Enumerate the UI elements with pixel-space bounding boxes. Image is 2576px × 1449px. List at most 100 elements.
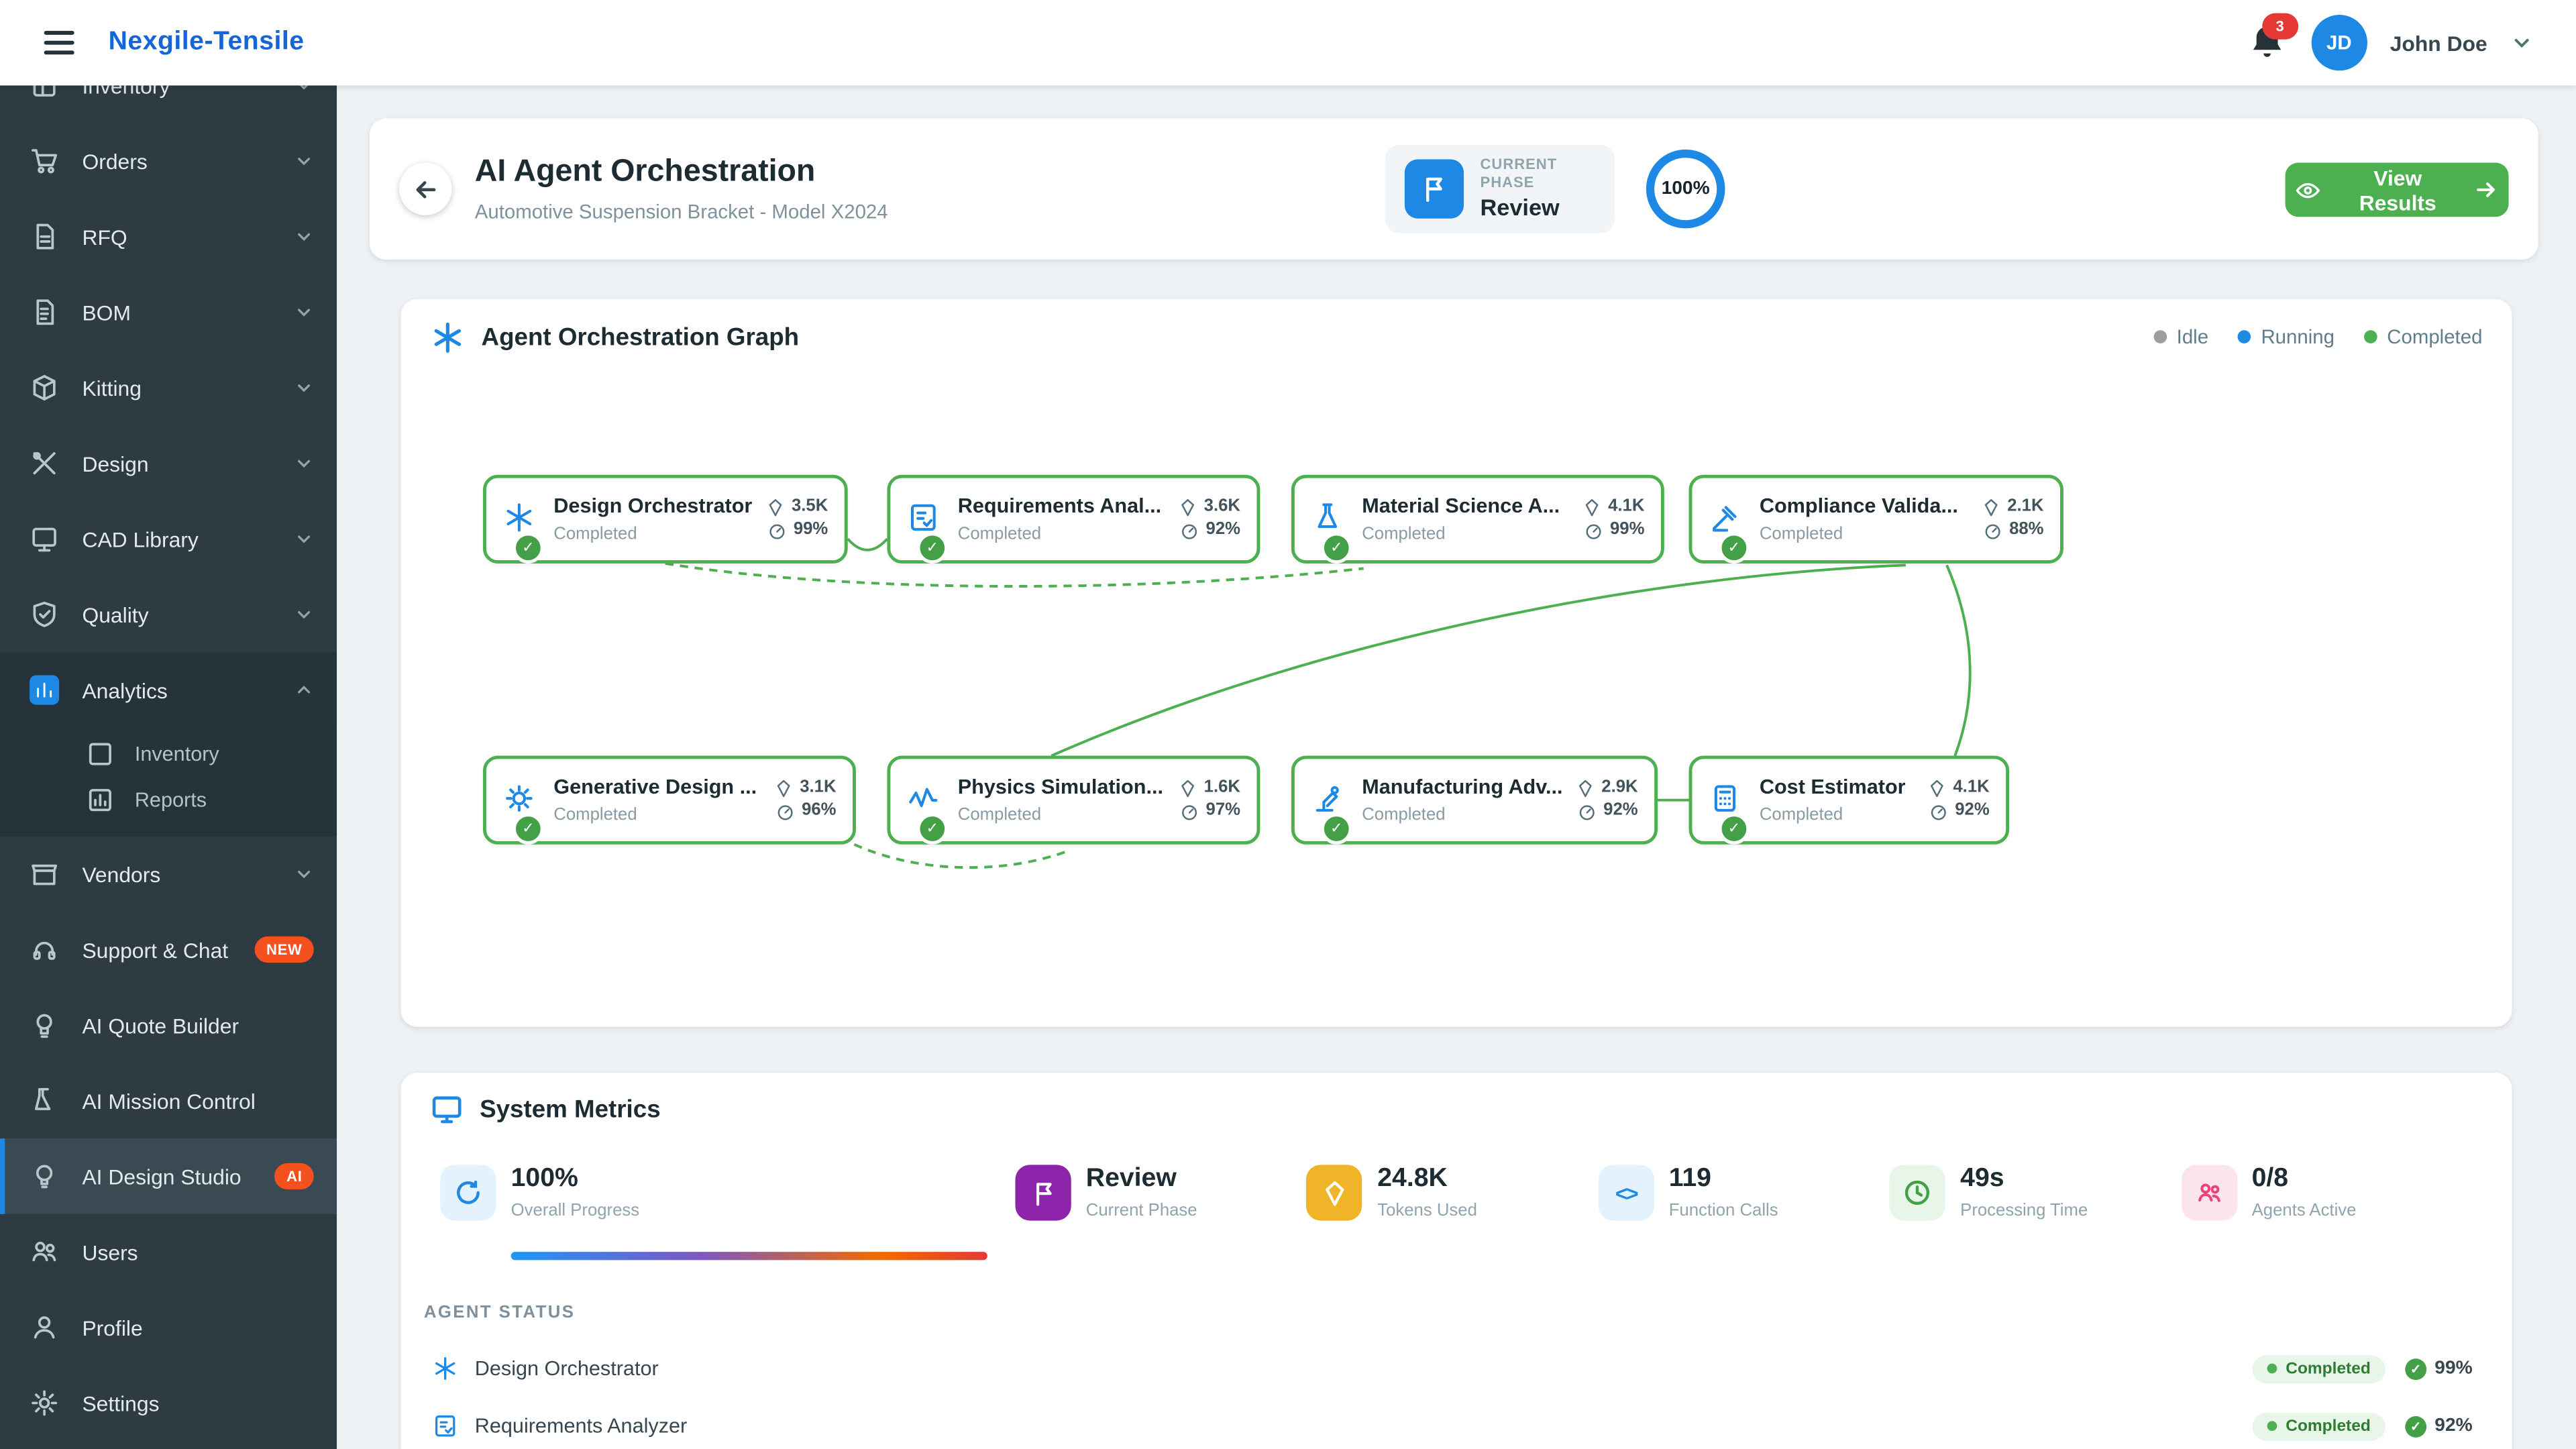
mission-control-icon xyxy=(30,1086,59,1116)
sidebar-item-ai-design-studio[interactable]: AI Design Studio AI xyxy=(0,1138,337,1214)
orchestrator-icon: ✓ xyxy=(502,501,539,537)
notification-badge: 3 xyxy=(2262,13,2298,40)
overall-progress-bar xyxy=(511,1252,987,1260)
graph-title: Agent Orchestration Graph xyxy=(482,323,800,351)
monitor-icon xyxy=(431,1093,464,1126)
graph-edges xyxy=(401,374,2512,1026)
check-icon: ✓ xyxy=(2405,1358,2426,1379)
gauge-icon xyxy=(1584,521,1603,540)
agent-node-design-orchestrator[interactable]: ✓ Design OrchestratorCompleted 3.5K 99% xyxy=(483,475,848,564)
metric-overall-progress: 100%Overall Progress xyxy=(440,1165,1015,1260)
sidebar-item-ai-quote-builder[interactable]: AI Quote Builder xyxy=(0,987,337,1063)
person-icon xyxy=(30,1313,59,1342)
flask-icon: ✓ xyxy=(1311,501,1347,537)
legend-running: Running xyxy=(2238,325,2334,348)
legend-completed: Completed xyxy=(2364,325,2482,348)
check-icon: ✓ xyxy=(1719,813,1750,845)
sidebar-item-inventory[interactable]: Inventory xyxy=(0,85,337,123)
agent-node-cost-estimator[interactable]: ✓ Cost EstimatorCompleted 4.1K 92% xyxy=(1689,756,2010,845)
token-icon xyxy=(765,498,785,517)
agent-node-compliance-validator[interactable]: ✓ Compliance Valida...Completed 2.1K 88% xyxy=(1689,475,2063,564)
page-subtitle: Automotive Suspension Bracket - Model X2… xyxy=(475,201,888,223)
page-title: AI Agent Orchestration xyxy=(475,154,816,191)
eye-icon xyxy=(2295,176,2320,203)
tools-icon xyxy=(30,449,59,478)
agent-status-row[interactable]: Requirements Analyzer Completed ✓92% xyxy=(424,1401,2473,1449)
agent-node-requirements-analyzer[interactable]: ✓ Requirements Anal...Completed 3.6K 92% xyxy=(887,475,1260,564)
sidebar-item-cad-library[interactable]: CAD Library xyxy=(0,501,337,577)
headset-icon xyxy=(30,934,59,964)
completed-dot xyxy=(2364,330,2377,343)
sidebar-item-users[interactable]: Users xyxy=(0,1214,337,1290)
agent-status-row[interactable]: Design Orchestrator Completed ✓99% xyxy=(424,1344,2473,1393)
score: ✓99% xyxy=(2405,1358,2472,1379)
arrow-left-icon xyxy=(411,175,439,203)
analytics-icon xyxy=(30,676,59,705)
gauge-icon xyxy=(1577,802,1597,821)
cart-icon xyxy=(30,146,59,176)
orchestration-icon xyxy=(431,319,465,354)
back-button[interactable] xyxy=(399,162,451,215)
sidebar-item-quality[interactable]: Quality xyxy=(0,577,337,653)
file-list-icon xyxy=(30,297,59,327)
inventory-report-icon xyxy=(85,739,115,769)
token-icon xyxy=(1582,498,1601,517)
robot-arm-icon: ✓ xyxy=(1311,782,1347,818)
chevron-up-icon xyxy=(294,680,313,700)
token-icon xyxy=(1307,1165,1362,1220)
sidebar-item-kitting[interactable]: Kitting xyxy=(0,350,337,426)
people-icon xyxy=(2181,1165,2237,1220)
sidebar-item-design[interactable]: Design xyxy=(0,425,337,501)
metric-function-calls: <> 119Function Calls xyxy=(1598,1165,1889,1260)
sidebar-subitem-inventory[interactable]: Inventory xyxy=(0,731,337,777)
brand-logo[interactable]: Nexgile-Tensile xyxy=(109,28,305,58)
view-results-button[interactable]: View Results xyxy=(2286,162,2509,217)
status-badge: Completed xyxy=(2253,1412,2385,1440)
refresh-icon xyxy=(440,1165,496,1220)
menu-icon[interactable] xyxy=(40,23,79,62)
token-icon xyxy=(773,779,793,798)
legend-idle: Idle xyxy=(2153,325,2208,348)
sidebar: Inventory Orders RFQ BOM Kitting Design xyxy=(0,85,337,1449)
metric-agents-active: 0/8Agents Active xyxy=(2181,1165,2472,1260)
token-icon xyxy=(1981,498,2000,517)
system-metrics-card: System Metrics 100%Overall Progress xyxy=(401,1073,2512,1449)
sidebar-item-rfq[interactable]: RFQ xyxy=(0,199,337,274)
sidebar-item-profile[interactable]: Profile xyxy=(0,1289,337,1365)
arrow-right-icon xyxy=(2475,177,2499,202)
avatar[interactable]: JD xyxy=(2311,15,2367,70)
sidebar-item-vendors[interactable]: Vendors xyxy=(0,837,337,912)
clock-icon xyxy=(1890,1165,1945,1220)
chevron-down-icon xyxy=(294,378,313,397)
gauge-icon xyxy=(767,521,787,540)
agent-node-material-science[interactable]: ✓ Material Science A...Completed 4.1K 99… xyxy=(1291,475,1664,564)
current-phase-box: CURRENT PHASE Review xyxy=(1385,145,1615,233)
status-badge: Completed xyxy=(2253,1354,2385,1383)
gauge-icon xyxy=(1179,802,1199,821)
metric-current-phase: ReviewCurrent Phase xyxy=(1015,1165,1306,1260)
agent-node-manufacturing-advisor[interactable]: ✓ Manufacturing Adv...Completed 2.9K 92% xyxy=(1291,756,1658,845)
graph-canvas: ✓ Design OrchestratorCompleted 3.5K 99% … xyxy=(401,374,2512,1026)
agent-node-physics-simulation[interactable]: ✓ Physics Simulation...Completed 1.6K 97… xyxy=(887,756,1260,845)
sidebar-item-bom[interactable]: BOM xyxy=(0,274,337,350)
check-icon: ✓ xyxy=(917,532,949,564)
check-icon: ✓ xyxy=(917,813,949,845)
sidebar-item-analytics[interactable]: Analytics xyxy=(0,652,337,728)
sidebar-item-support-chat[interactable]: Support & Chat NEW xyxy=(0,912,337,987)
phase-label: CURRENT PHASE xyxy=(1481,156,1615,193)
chevron-down-icon xyxy=(294,151,313,170)
sidebar-item-ai-mission-control[interactable]: AI Mission Control xyxy=(0,1063,337,1138)
inventory-icon xyxy=(30,85,59,100)
sidebar-item-settings[interactable]: Settings xyxy=(0,1365,337,1441)
chevron-down-icon[interactable] xyxy=(2510,32,2533,54)
agent-node-generative-design[interactable]: ✓ Generative Design ...Completed 3.1K 96… xyxy=(483,756,856,845)
chevron-down-icon xyxy=(294,453,313,473)
sidebar-item-orders[interactable]: Orders xyxy=(0,123,337,199)
quote-builder-icon xyxy=(30,1010,59,1040)
analytics-submenu: Inventory Reports xyxy=(0,728,337,837)
gavel-icon: ✓ xyxy=(1709,501,1745,537)
sidebar-subitem-reports[interactable]: Reports xyxy=(0,777,337,823)
chevron-down-icon xyxy=(294,85,313,95)
checklist-icon: ✓ xyxy=(907,501,943,537)
notifications-button[interactable]: 3 xyxy=(2245,21,2288,64)
